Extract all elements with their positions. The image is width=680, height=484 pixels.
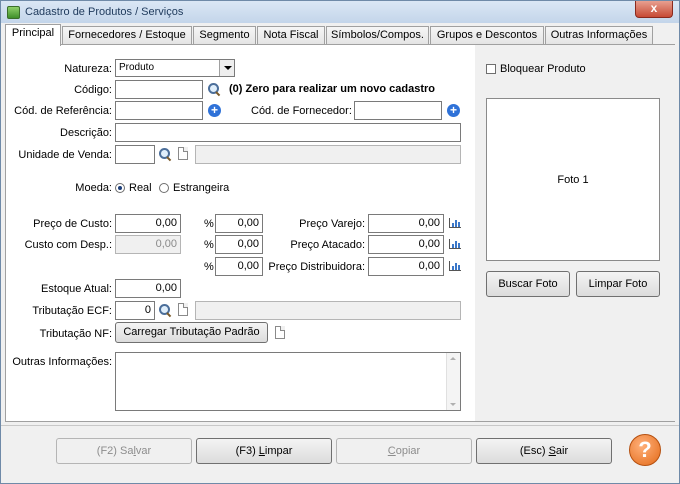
document-icon[interactable]	[178, 303, 188, 316]
tributacao-nf-label: Tributação NF:	[39, 328, 112, 340]
title-bar: Cadastro de Produtos / Serviços x	[1, 1, 679, 23]
product-registration-window: Cadastro de Produtos / Serviços x Princi…	[0, 0, 680, 484]
preco-distribuidora-label: Preço Distribuidora:	[268, 261, 365, 273]
close-button[interactable]: x	[635, 1, 673, 18]
unidade-venda-input[interactable]	[115, 145, 155, 164]
moeda-estrangeira-radio[interactable]	[159, 183, 169, 193]
app-icon	[7, 6, 20, 19]
buscar-foto-button[interactable]: Buscar Foto	[486, 271, 570, 297]
percent-symbol: %	[204, 218, 214, 230]
natureza-select[interactable]: Produto	[115, 59, 235, 77]
cod-referencia-label: Cód. de Referência:	[14, 105, 112, 117]
add-referencia-icon[interactable]: +	[208, 104, 221, 117]
limpar-foto-button[interactable]: Limpar Foto	[576, 271, 660, 297]
add-fornecedor-icon[interactable]: +	[447, 104, 460, 117]
preco-varejo-label: Preço Varejo:	[299, 218, 365, 230]
percent-distribuidora-input[interactable]: 0,00	[215, 257, 263, 276]
percent-atacado-input[interactable]: 0,00	[215, 235, 263, 254]
tab-outras-informacoes[interactable]: Outras Informações	[545, 26, 653, 45]
salvar-button[interactable]: (F2) Salvar	[56, 438, 192, 464]
tributacao-ecf-descricao	[195, 301, 461, 320]
chart-icon[interactable]	[449, 261, 461, 271]
tab-principal[interactable]: Principal	[5, 24, 61, 46]
outras-informacoes-label: Outras Informações:	[12, 356, 112, 368]
copiar-button[interactable]: Copiar	[336, 438, 472, 464]
carregar-tributacao-button[interactable]: Carregar Tributação Padrão	[115, 322, 268, 343]
outras-informacoes-textarea[interactable]	[115, 352, 461, 411]
preco-atacado-label: Preço Atacado:	[290, 239, 365, 251]
percent-symbol: %	[204, 261, 214, 273]
cod-referencia-input[interactable]	[115, 101, 203, 120]
tab-segmento[interactable]: Segmento	[193, 26, 256, 45]
photo-frame: Foto 1	[486, 98, 660, 261]
moeda-real-label[interactable]: Real	[129, 182, 152, 194]
natureza-label: Natureza:	[64, 63, 112, 75]
search-icon[interactable]	[159, 304, 171, 316]
descricao-input[interactable]	[115, 123, 461, 142]
bloquear-produto-label[interactable]: Bloquear Produto	[500, 63, 586, 75]
tab-simbolos-compos[interactable]: Símbolos/Compos.	[326, 26, 429, 45]
percent-symbol: %	[204, 239, 214, 251]
estoque-atual-label: Estoque Atual:	[41, 283, 112, 295]
descricao-label: Descrição:	[60, 127, 112, 139]
tributacao-ecf-label: Tributação ECF:	[32, 305, 112, 317]
chart-icon[interactable]	[449, 218, 461, 228]
estoque-atual-input[interactable]: 0,00	[115, 279, 181, 298]
moeda-estrangeira-label[interactable]: Estrangeira	[173, 182, 229, 194]
unidade-descricao	[195, 145, 461, 164]
codigo-hint: (0) Zero para realizar um novo cadastro	[229, 83, 436, 95]
limpar-button[interactable]: (F3) Limpar	[196, 438, 332, 464]
custo-despesas-label: Custo com Desp.:	[24, 239, 112, 251]
codigo-label: Código:	[74, 84, 112, 96]
moeda-label: Moeda:	[75, 182, 112, 194]
search-icon[interactable]	[159, 148, 171, 160]
preco-custo-label: Preço de Custo:	[33, 218, 112, 230]
tab-fornecedores-estoque[interactable]: Fornecedores / Estoque	[62, 26, 192, 45]
document-icon[interactable]	[178, 147, 188, 160]
photo-label: Foto 1	[557, 174, 589, 186]
tab-grupos-descontos[interactable]: Grupos e Descontos	[430, 26, 544, 45]
sair-button[interactable]: (Esc) Sair	[476, 438, 612, 464]
unidade-venda-label: Unidade de Venda:	[18, 149, 112, 161]
vertical-scrollbar[interactable]	[446, 353, 460, 410]
help-icon[interactable]: ?	[629, 434, 661, 466]
percent-varejo-input[interactable]: 0,00	[215, 214, 263, 233]
preco-custo-input[interactable]: 0,00	[115, 214, 181, 233]
preco-varejo-input[interactable]: 0,00	[368, 214, 444, 233]
search-icon[interactable]	[208, 83, 220, 95]
bloquear-produto-checkbox[interactable]	[486, 64, 496, 74]
tributacao-ecf-input[interactable]: 0	[115, 301, 155, 320]
natureza-value: Produto	[119, 62, 155, 73]
custo-despesas-input: 0,00	[115, 235, 181, 254]
moeda-real-radio[interactable]	[115, 183, 125, 193]
codigo-input[interactable]	[115, 80, 203, 99]
cod-fornecedor-input[interactable]	[354, 101, 442, 120]
window-title: Cadastro de Produtos / Serviços	[25, 6, 184, 18]
cod-fornecedor-label: Cód. de Fornecedor:	[251, 105, 352, 117]
tab-nota-fiscal[interactable]: Nota Fiscal	[257, 26, 325, 45]
document-icon[interactable]	[275, 326, 285, 339]
chart-icon[interactable]	[449, 239, 461, 249]
footer-divider	[1, 425, 679, 426]
preco-distribuidora-input[interactable]: 0,00	[368, 257, 444, 276]
chevron-down-icon[interactable]	[219, 60, 234, 76]
preco-atacado-input[interactable]: 0,00	[368, 235, 444, 254]
